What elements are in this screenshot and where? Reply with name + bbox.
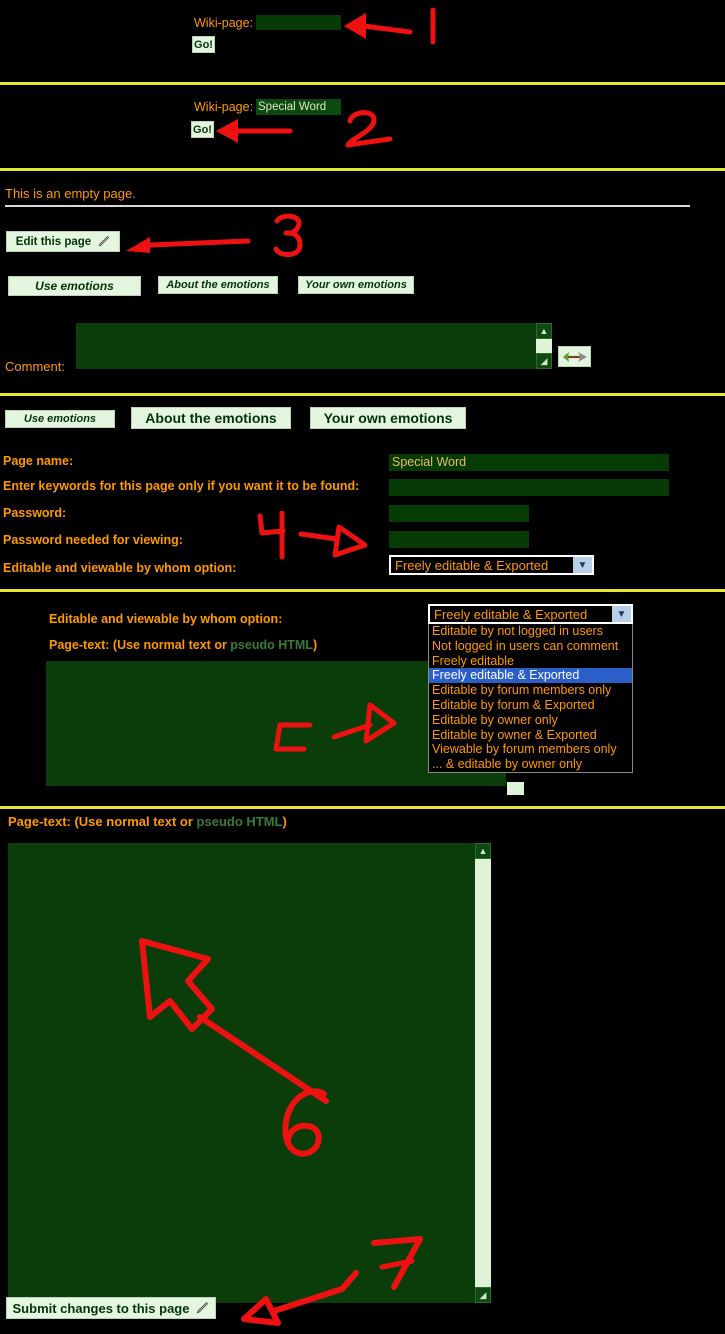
wiki-page-label-1: Wiki-page: bbox=[194, 16, 254, 30]
page-text-label-5: Page-text: (Use normal text or pseudo HT… bbox=[49, 638, 317, 652]
editable-option-dropdown-list[interactable]: Editable by not logged in users Not logg… bbox=[428, 624, 633, 773]
editable-option-value-5: Freely editable & Exported bbox=[434, 606, 588, 622]
page-name-input[interactable]: Special Word bbox=[389, 454, 669, 471]
annotation-number-3 bbox=[273, 213, 303, 257]
dropdown-option[interactable]: ... & editable by owner only bbox=[429, 757, 632, 772]
annotation-number-2 bbox=[345, 110, 393, 148]
password-label: Password: bbox=[3, 506, 67, 520]
go-button-label-2: Go! bbox=[193, 123, 212, 136]
page-name-label: Page name: bbox=[3, 454, 74, 468]
use-emotions-button-1[interactable]: Use emotions bbox=[8, 276, 141, 296]
page-text-label-6-c: ) bbox=[282, 814, 287, 829]
go-button-2[interactable]: Go! bbox=[191, 121, 214, 138]
dropdown-option[interactable]: Editable by owner & Exported bbox=[429, 728, 632, 743]
page-text-label-6-a: Page-text: (Use normal text or bbox=[8, 814, 197, 829]
page-text-scrollbar[interactable]: ▲ ◢ bbox=[475, 843, 491, 1303]
page-text-label-6: Page-text: (Use normal text or pseudo HT… bbox=[8, 814, 287, 829]
page-text-textarea-6[interactable]: ▲ ◢ bbox=[8, 843, 491, 1303]
scroll-down-icon[interactable]: ◢ bbox=[536, 353, 552, 369]
section-step-6: Page-text: (Use normal text or pseudo HT… bbox=[0, 809, 725, 1326]
comment-textarea[interactable]: ▲ ◢ bbox=[76, 323, 552, 369]
go-button-label-1: Go! bbox=[194, 38, 213, 51]
keywords-input[interactable] bbox=[389, 479, 669, 496]
editable-option-select-5[interactable]: Freely editable & Exported ▼ bbox=[428, 604, 633, 624]
dropdown-option[interactable]: Editable by not logged in users bbox=[429, 624, 632, 639]
dropdown-option[interactable]: Editable by forum & Exported bbox=[429, 698, 632, 713]
wiki-page-input-2-value: Special Word bbox=[258, 101, 327, 113]
chevron-down-icon-5[interactable]: ▼ bbox=[612, 606, 631, 622]
dropdown-option[interactable]: Viewable by forum members only bbox=[429, 742, 632, 757]
go-button-1[interactable]: Go! bbox=[192, 36, 215, 53]
annotation-arrow-1 bbox=[344, 13, 413, 39]
arrow-send-icon bbox=[562, 351, 587, 362]
wiki-page-input-1[interactable] bbox=[256, 15, 341, 30]
your-own-emotions-button-2[interactable]: Your own emotions bbox=[310, 407, 466, 429]
view-password-label: Password needed for viewing: bbox=[3, 533, 183, 547]
dropdown-option-selected[interactable]: Freely editable & Exported bbox=[429, 668, 632, 684]
annotation-arrow-4 bbox=[257, 511, 368, 560]
wiki-page-input-2[interactable]: Special Word bbox=[256, 99, 341, 115]
about-the-emotions-label-2: About the emotions bbox=[145, 410, 277, 426]
pseudo-html-link-6[interactable]: pseudo HTML bbox=[197, 814, 283, 829]
comment-label: Comment: bbox=[5, 359, 65, 374]
dropdown-option[interactable]: Not logged in users can comment bbox=[429, 639, 632, 654]
wiki-page-label-2: Wiki-page: bbox=[194, 100, 254, 114]
submit-changes-label: Submit changes to this page bbox=[12, 1300, 190, 1316]
editable-option-label-4: Editable and viewable by whom option: bbox=[3, 561, 237, 575]
about-the-emotions-label-1: About the emotions bbox=[166, 279, 270, 291]
password-input[interactable] bbox=[389, 505, 529, 522]
your-own-emotions-button-1[interactable]: Your own emotions bbox=[298, 276, 414, 294]
submit-changes-button[interactable]: Submit changes to this page bbox=[6, 1297, 216, 1319]
pencil-icon bbox=[98, 235, 110, 247]
section-step-4: Use emotions About the emotions Your own… bbox=[0, 396, 725, 589]
page-text-label-5-c: ) bbox=[312, 638, 318, 652]
page-text-resize-handle-5[interactable] bbox=[507, 782, 524, 795]
use-emotions-label-2: Use emotions bbox=[23, 413, 97, 425]
chevron-down-icon-4[interactable]: ▼ bbox=[573, 557, 592, 573]
annotation-arrow-2 bbox=[216, 119, 293, 143]
use-emotions-button-2[interactable]: Use emotions bbox=[5, 410, 115, 428]
comment-scrollbar[interactable]: ▲ ◢ bbox=[536, 323, 552, 369]
editable-option-label-5: Editable and viewable by whom option: bbox=[49, 612, 283, 626]
page-name-value: Special Word bbox=[392, 455, 467, 469]
your-own-emotions-label-2: Your own emotions bbox=[323, 410, 453, 426]
empty-page-text: This is an empty page. bbox=[5, 186, 136, 201]
view-password-input[interactable] bbox=[389, 531, 529, 548]
scroll-up-icon[interactable]: ▲ bbox=[536, 323, 552, 339]
pseudo-html-link-5[interactable]: pseudo HTML bbox=[230, 638, 313, 652]
send-comment-button[interactable] bbox=[558, 346, 591, 367]
content-divider bbox=[5, 205, 690, 207]
page-text-label-5-a: Page-text: (Use normal text or bbox=[49, 638, 231, 652]
section-step-5: Editable and viewable by whom option: Pa… bbox=[0, 592, 725, 806]
edit-this-page-button[interactable]: Edit this page bbox=[6, 231, 120, 252]
section-step-2: Wiki-page: Special Word Go! bbox=[0, 85, 725, 168]
section-step-3: This is an empty page. Edit this page Us… bbox=[0, 171, 725, 393]
editable-option-select-4[interactable]: Freely editable & Exported ▼ bbox=[389, 555, 594, 575]
section-step-1: Wiki-page: Go! bbox=[0, 0, 725, 82]
keywords-label: Enter keywords for this page only if you… bbox=[3, 479, 360, 493]
dropdown-option[interactable]: Editable by owner only bbox=[429, 713, 632, 728]
dropdown-option[interactable]: Freely editable bbox=[429, 654, 632, 669]
your-own-emotions-label-1: Your own emotions bbox=[305, 279, 407, 291]
scroll-up-icon-6[interactable]: ▲ bbox=[475, 843, 491, 859]
editable-option-value-4: Freely editable & Exported bbox=[395, 557, 549, 573]
use-emotions-label-1: Use emotions bbox=[35, 279, 114, 293]
annotation-number-1 bbox=[430, 8, 436, 44]
about-the-emotions-button-2[interactable]: About the emotions bbox=[131, 407, 291, 429]
pencil-icon-submit bbox=[197, 1301, 209, 1313]
edit-this-page-label: Edit this page bbox=[15, 235, 92, 248]
scroll-down-icon-6[interactable]: ◢ bbox=[475, 1287, 491, 1303]
dropdown-option[interactable]: Editable by forum members only bbox=[429, 683, 632, 698]
about-the-emotions-button-1[interactable]: About the emotions bbox=[158, 276, 278, 294]
annotation-arrow-3 bbox=[126, 237, 251, 253]
